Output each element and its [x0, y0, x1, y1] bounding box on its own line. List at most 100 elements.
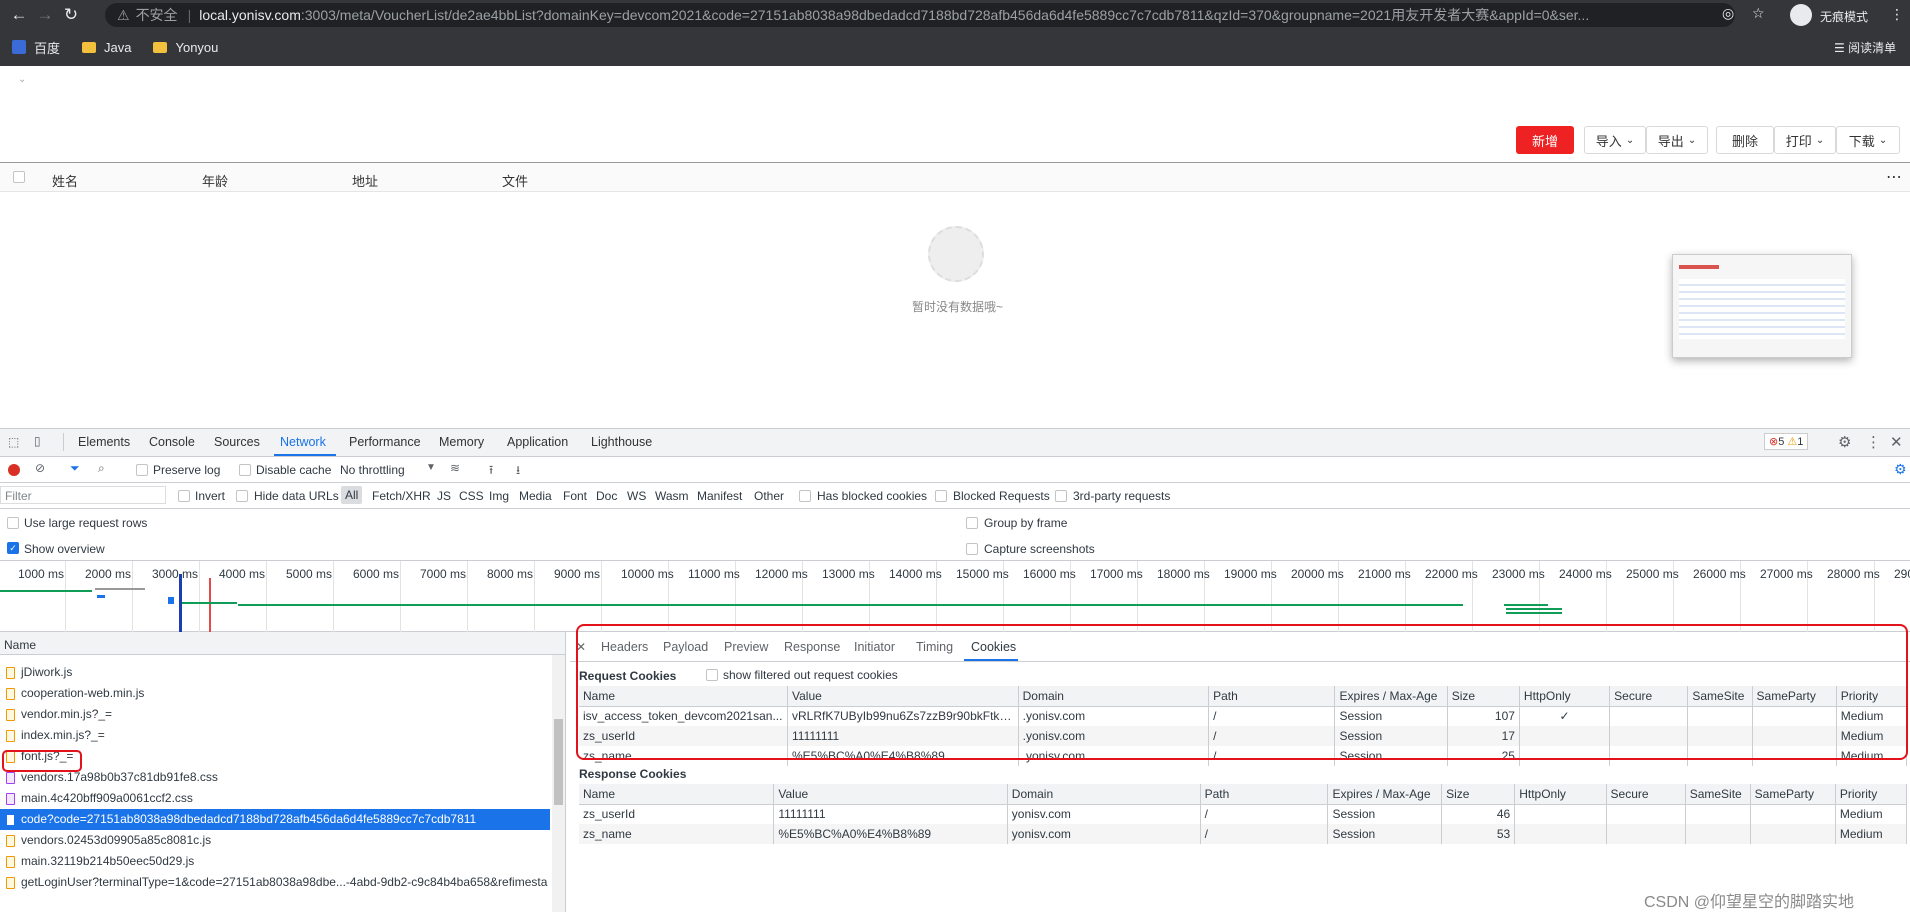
request-row[interactable]: jDiwork.js: [0, 662, 550, 683]
throttling-select[interactable]: No throttling: [340, 463, 405, 477]
inspect-icon[interactable]: ⬚: [8, 435, 19, 449]
request-row[interactable]: vendors.02453d09905a85c8081c.js: [0, 830, 550, 851]
kebab-icon[interactable]: ⋮: [1866, 433, 1881, 451]
wifi-icon[interactable]: ≋: [450, 461, 460, 475]
tab-sources[interactable]: Sources: [214, 435, 260, 449]
cookie-column-header[interactable]: Secure: [1606, 784, 1686, 805]
column-name[interactable]: 姓名: [52, 171, 78, 190]
device-toggle-icon[interactable]: ▯: [34, 434, 41, 448]
scrollbar-thumb[interactable]: [554, 719, 563, 805]
name-column-header[interactable]: Name: [0, 632, 565, 655]
eye-off-icon[interactable]: ◎: [1722, 5, 1734, 22]
column-age[interactable]: 年龄: [202, 171, 228, 190]
cookie-row[interactable]: zs_name %E5%BC%A0%E4%B8%89 yonisv.com / Sess…: [579, 824, 1908, 844]
filter-doc[interactable]: Doc: [596, 489, 617, 503]
cookie-column-header[interactable]: Value: [773, 784, 1008, 805]
network-overview-timeline[interactable]: 1000 ms 2000 ms 3000 ms 4000 ms 5000 ms 6000 …: [0, 561, 1910, 632]
back-icon[interactable]: ←: [6, 2, 32, 28]
chevron-down-icon[interactable]: ⌄: [18, 74, 26, 85]
cookie-column-header[interactable]: Expires / Max-Age: [1327, 784, 1443, 805]
import-button[interactable]: 导入 ⌄: [1584, 126, 1646, 154]
star-icon[interactable]: ☆: [1752, 5, 1765, 22]
request-row[interactable]: getLoginUser?terminalType=1&code=27151ab…: [0, 872, 550, 893]
tab-memory[interactable]: Memory: [439, 435, 484, 449]
settings-icon[interactable]: ⚙: [1838, 433, 1851, 451]
tab-console[interactable]: Console: [149, 435, 195, 449]
download-icon[interactable]: ⭳: [516, 461, 520, 482]
filter-font[interactable]: Font: [563, 489, 587, 503]
export-button[interactable]: 导出 ⌄: [1646, 126, 1708, 154]
tab-lighthouse[interactable]: Lighthouse: [591, 435, 652, 449]
filter-css[interactable]: CSS: [459, 489, 484, 503]
print-button[interactable]: 打印 ⌄: [1774, 126, 1836, 154]
blocked-requests-checkbox[interactable]: [935, 490, 947, 502]
capture-screenshots-checkbox[interactable]: [966, 543, 978, 555]
cookie-column-header[interactable]: SameSite: [1685, 784, 1751, 805]
forward-icon[interactable]: →: [32, 2, 58, 28]
bookmark-java[interactable]: Java: [82, 40, 131, 55]
reload-icon[interactable]: ↻: [58, 2, 84, 28]
request-row[interactable]: main.32119b214b50eec50d29.js: [0, 851, 550, 872]
cookie-column-header[interactable]: Size: [1441, 784, 1516, 805]
add-button[interactable]: 新增: [1516, 126, 1574, 154]
column-file[interactable]: 文件: [502, 171, 528, 190]
tab-elements[interactable]: Elements: [78, 435, 130, 449]
third-party-checkbox[interactable]: [1055, 490, 1067, 502]
menu-icon[interactable]: ⋮: [1890, 6, 1904, 23]
filter-input[interactable]: Filter: [0, 486, 166, 504]
incognito-label[interactable]: 无痕模式: [1820, 8, 1868, 25]
download-button[interactable]: 下载 ⌄: [1836, 126, 1900, 154]
request-row[interactable]: cooperation-web.min.js: [0, 683, 550, 704]
search-icon[interactable]: ⌕: [98, 461, 105, 476]
filter-all[interactable]: All: [341, 486, 363, 504]
has-blocked-checkbox[interactable]: [799, 490, 811, 502]
filter-manifest[interactable]: Manifest: [697, 489, 742, 503]
scrollbar[interactable]: [552, 655, 565, 912]
settings-icon[interactable]: ⚙: [1894, 461, 1907, 478]
clear-icon[interactable]: ⊘: [35, 461, 45, 475]
cookie-row[interactable]: zs_userId 11111111 yonisv.com / Session 46 Med…: [579, 804, 1908, 824]
filter-wasm[interactable]: Wasm: [655, 489, 689, 503]
record-icon[interactable]: [8, 464, 20, 476]
group-by-frame-checkbox[interactable]: [966, 517, 978, 529]
cookie-column-header[interactable]: Name: [579, 784, 775, 805]
column-address[interactable]: 地址: [352, 171, 378, 190]
request-row[interactable]: index.min.js?_=: [0, 725, 550, 746]
request-row[interactable]: main.4c420bff909a0061ccf2.css: [0, 788, 550, 809]
delete-button[interactable]: 删除: [1716, 126, 1774, 154]
invert-checkbox[interactable]: [178, 490, 190, 502]
cookie-column-header[interactable]: HttpOnly: [1514, 784, 1607, 805]
filter-media[interactable]: Media: [519, 489, 552, 503]
filter-other[interactable]: Other: [754, 489, 784, 503]
tab-network[interactable]: Network: [280, 435, 326, 449]
cookie-column-header[interactable]: Path: [1200, 784, 1329, 805]
preserve-log-checkbox[interactable]: [136, 464, 148, 476]
bookmark-baidu[interactable]: 百度: [12, 38, 60, 57]
request-row[interactable]: vendors.17a98b0b37c81db91fe8.css: [0, 767, 550, 788]
filter-fetch-xhr[interactable]: Fetch/XHR: [372, 489, 431, 503]
request-row[interactable]: vendor.min.js?_=: [0, 704, 550, 725]
filter-ws[interactable]: WS: [627, 489, 646, 503]
filter-js[interactable]: JS: [437, 489, 451, 503]
more-icon[interactable]: ⋯: [1886, 167, 1902, 187]
filter-img[interactable]: Img: [489, 489, 509, 503]
tab-application[interactable]: Application: [507, 435, 568, 449]
hide-data-urls-checkbox[interactable]: [236, 490, 248, 502]
tab-performance[interactable]: Performance: [349, 435, 421, 449]
show-overview-checkbox[interactable]: ✓: [7, 542, 19, 554]
address-bar[interactable]: ⚠ 不安全 | local.yonisv.com :3003/meta/Vouc…: [105, 3, 1735, 27]
issues-counter[interactable]: ⊗5 ⚠1: [1764, 433, 1809, 450]
cookie-column-header[interactable]: Priority: [1835, 784, 1908, 805]
select-all-checkbox[interactable]: [13, 171, 25, 183]
close-icon[interactable]: ✕: [1890, 433, 1903, 451]
disable-cache-checkbox[interactable]: [239, 464, 251, 476]
bookmark-yonyou[interactable]: Yonyou: [153, 40, 218, 55]
request-row[interactable]: font.js?_=: [0, 746, 550, 767]
filter-icon[interactable]: ⏷: [70, 461, 80, 476]
reading-list[interactable]: ☰ 阅读清单: [1834, 39, 1896, 56]
cookie-column-header[interactable]: Domain: [1007, 784, 1201, 805]
large-rows-checkbox[interactable]: [7, 517, 19, 529]
cookie-column-header[interactable]: SameParty: [1750, 784, 1836, 805]
upload-icon[interactable]: ⭱: [489, 461, 493, 482]
request-row[interactable]: code?code=27151ab8038a98dbedadcd7188bd72…: [0, 809, 550, 830]
